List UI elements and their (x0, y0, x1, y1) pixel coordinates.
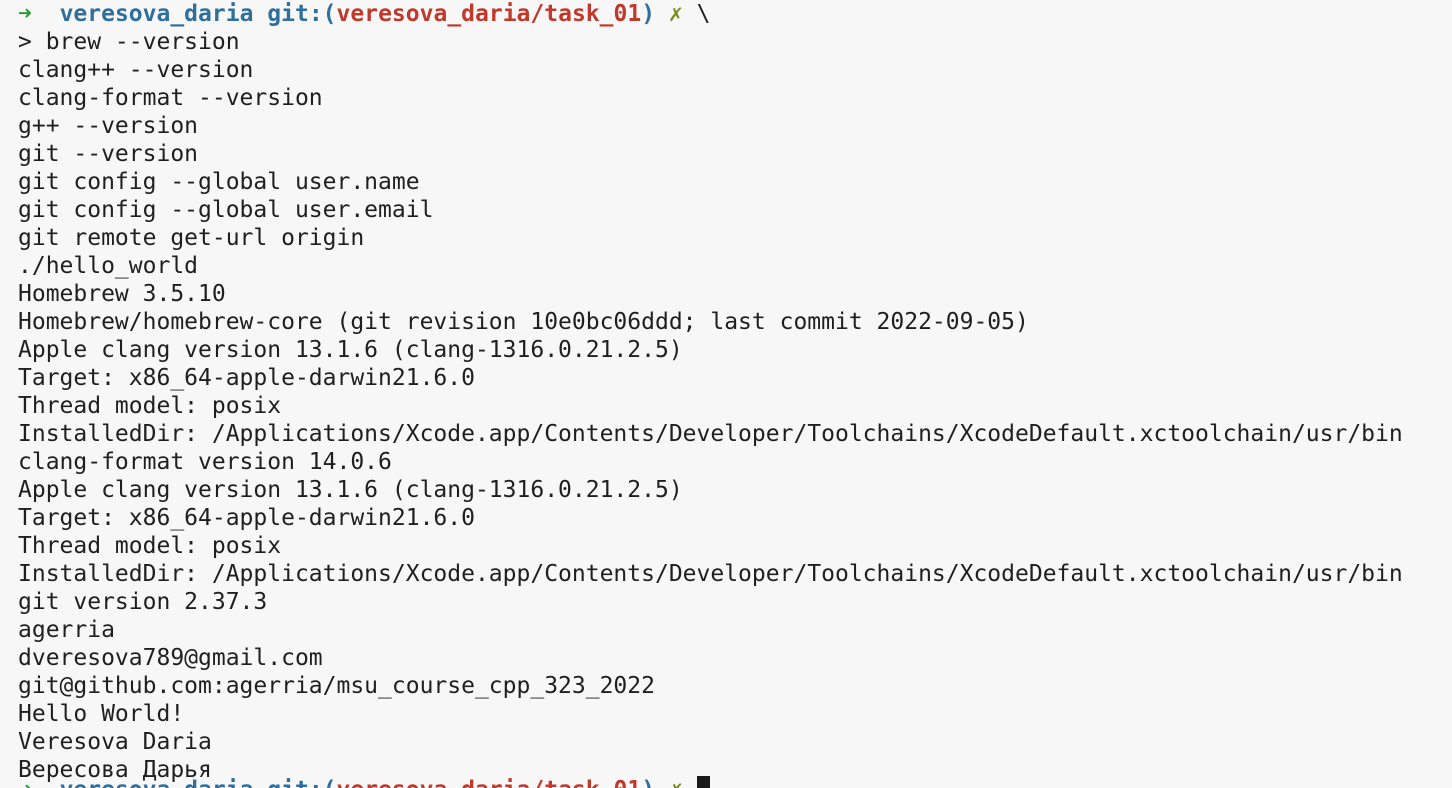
shell-prompt: ➜ veresova_daria git:(veresova_daria/tas… (18, 0, 1452, 28)
next-prompt-directory: veresova_daria (60, 777, 254, 788)
output-line: Apple clang version 13.1.6 (clang-1316.0… (18, 337, 683, 363)
command-line: git --version (18, 141, 199, 167)
command-line: > brew --version (18, 29, 240, 55)
command-line: git config --global user.name (18, 169, 420, 195)
prompt-git-label: git:( (267, 1, 337, 27)
prompt-dirty-icon: ✗ (668, 1, 683, 27)
output-line: agerria (18, 617, 115, 643)
output-line: git version 2.37.3 (18, 589, 268, 615)
command-line: g++ --version (18, 113, 199, 139)
prompt-branch: veresova_daria/task_01 (336, 1, 642, 27)
prompt-git-close: ) (641, 1, 656, 27)
terminal-window[interactable]: ➜ veresova_daria git:(veresova_daria/tas… (0, 0, 1452, 788)
command-line: clang-format --version (18, 85, 323, 111)
output-line: Veresova Daria (18, 729, 212, 755)
output-line: Homebrew/homebrew-core (git revision 10e… (18, 309, 1029, 335)
next-shell-prompt[interactable]: ➜ veresova_daria git:(veresova_daria/tas… (18, 776, 710, 788)
output-line: git@github.com:agerria/msu_course_cpp_32… (18, 673, 655, 699)
next-prompt-branch: veresova_daria/task_01 (337, 777, 642, 788)
command-line: ./hello_world (18, 253, 199, 279)
output-line: Thread model: posix (18, 533, 282, 559)
output-line: InstalledDir: /Applications/Xcode.app/Co… (18, 561, 1403, 587)
command-list: > brew --version clang++ --version clang… (18, 28, 1452, 280)
next-prompt-dirty-icon: ✗ (669, 777, 683, 788)
output-line: Target: x86_64-apple-darwin21.6.0 (18, 365, 475, 391)
next-prompt-git-label: git:( (267, 777, 336, 788)
prompt-directory: veresova_daria (59, 1, 254, 27)
command-line: clang++ --version (18, 57, 254, 83)
output-line: Thread model: posix (18, 393, 282, 419)
output-line: Homebrew 3.5.10 (18, 281, 226, 307)
command-line: git config --global user.email (18, 197, 434, 223)
output-line: Hello World! (18, 701, 185, 727)
output-line: clang-format version 14.0.6 (18, 449, 392, 475)
output-line: InstalledDir: /Applications/Xcode.app/Co… (18, 421, 1403, 447)
command-output: Homebrew 3.5.10 Homebrew/homebrew-core (… (18, 280, 1452, 784)
next-prompt-git-close: ) (641, 777, 655, 788)
line-continuation: \ (696, 1, 711, 27)
output-line: Apple clang version 13.1.6 (clang-1316.0… (18, 477, 683, 503)
output-line: Target: x86_64-apple-darwin21.6.0 (18, 505, 475, 531)
command-line: git remote get-url origin (18, 225, 365, 251)
text-cursor (696, 776, 710, 788)
output-line: dveresova789@gmail.com (18, 645, 323, 671)
next-prompt-arrow-icon: ➜ (18, 777, 32, 788)
prompt-arrow-icon: ➜ (18, 1, 32, 27)
